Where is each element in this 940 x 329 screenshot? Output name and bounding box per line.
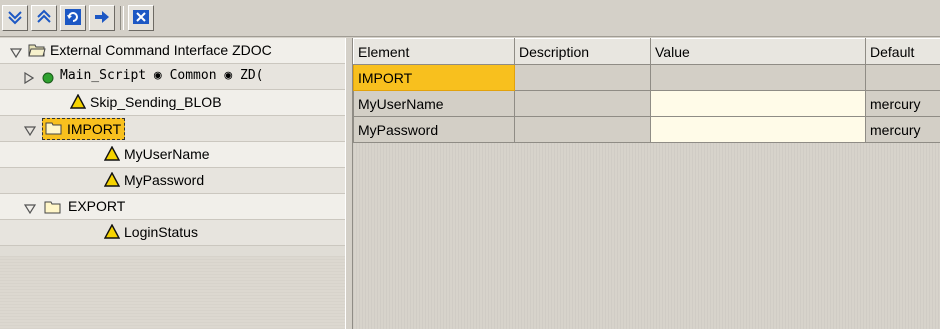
cell-element[interactable]: IMPORT [353, 64, 515, 91]
cell-value[interactable] [650, 90, 866, 117]
table-row[interactable]: IMPORT [353, 64, 940, 91]
folder-icon [44, 200, 62, 217]
cell-value[interactable] [650, 64, 866, 91]
expand-triangle-icon[interactable] [24, 71, 36, 85]
refresh-button[interactable] [60, 5, 86, 31]
open-folder-icon [28, 42, 46, 61]
skip-sending-blob-label: Skip_Sending_BLOB [90, 94, 222, 110]
close-button[interactable] [128, 5, 154, 31]
arrow-right-icon [93, 8, 111, 29]
zd-label: ZD( [240, 68, 264, 83]
tree-root-label: External Command Interface ZDOC [50, 42, 272, 58]
grid-header-row: Element Description Value Default [353, 38, 940, 65]
parameter-grid: Element Description Value Default IMPORT… [353, 38, 940, 329]
cell-description[interactable] [514, 116, 651, 143]
mypassword-label: MyPassword [124, 172, 205, 188]
import-label: IMPORT [67, 121, 122, 137]
tree-empty-area [0, 256, 345, 329]
tree-item-import[interactable]: IMPORT [0, 116, 345, 142]
main-script-name: Main_Script [60, 68, 147, 83]
warning-triangle-icon [103, 145, 121, 164]
tree-item-main-script[interactable]: Main_Script ◉ Common ◉ ZD( [0, 64, 345, 90]
cell-default[interactable]: mercury [865, 90, 940, 117]
tree-item-loginstatus[interactable]: LoginStatus [0, 220, 345, 246]
tree-item-skip-sending-blob[interactable]: Skip_Sending_BLOB [0, 90, 345, 116]
cell-default[interactable]: mercury [865, 116, 940, 143]
expand-down-button[interactable] [2, 5, 28, 31]
radio-icon: ◉ [224, 68, 233, 83]
toolbar-separator [120, 6, 124, 30]
tree-item-myusername[interactable]: MyUserName [0, 142, 345, 168]
collapse-triangle-icon[interactable] [23, 123, 37, 137]
collapse-triangle-icon[interactable] [9, 45, 23, 59]
column-header-value[interactable]: Value [650, 38, 866, 65]
radio-icon: ◉ [153, 68, 162, 83]
common-label: Common [169, 68, 217, 83]
refresh-icon [64, 8, 82, 29]
warning-triangle-icon [69, 93, 87, 112]
warning-triangle-icon [103, 171, 121, 190]
cell-default[interactable] [865, 64, 940, 91]
expand-down-icon [6, 8, 24, 29]
close-x-icon [132, 8, 150, 29]
splitter-handle[interactable] [345, 38, 353, 329]
loginstatus-label: LoginStatus [124, 224, 198, 240]
toolbar [0, 0, 940, 37]
tree-item-mypassword[interactable]: MyPassword [0, 168, 345, 194]
forward-button[interactable] [89, 5, 115, 31]
column-header-element[interactable]: Element [353, 38, 515, 65]
green-status-icon [42, 71, 54, 87]
cell-value[interactable] [650, 116, 866, 143]
import-selected[interactable]: IMPORT [42, 118, 126, 140]
collapse-up-icon [35, 8, 53, 29]
folder-icon [45, 121, 63, 138]
collapse-up-button[interactable] [31, 5, 57, 31]
cell-description[interactable] [514, 90, 651, 117]
tree-root[interactable]: External Command Interface ZDOC [0, 38, 345, 64]
table-row[interactable]: MyPassword mercury [353, 116, 940, 143]
column-header-description[interactable]: Description [514, 38, 651, 65]
warning-triangle-icon [103, 223, 121, 242]
column-header-default[interactable]: Default [865, 38, 940, 65]
tree-panel: External Command Interface ZDOC Main_Scr… [0, 38, 345, 329]
cell-element[interactable]: MyUserName [353, 90, 515, 117]
collapse-triangle-icon[interactable] [23, 201, 37, 215]
export-label: EXPORT [68, 198, 126, 214]
main-script-label: Main_Script ◉ Common ◉ ZD( [60, 68, 264, 83]
tree-item-export[interactable]: EXPORT [0, 194, 345, 220]
cell-element[interactable]: MyPassword [353, 116, 515, 143]
cell-description[interactable] [514, 64, 651, 91]
table-row[interactable]: MyUserName mercury [353, 90, 940, 117]
myusername-label: MyUserName [124, 146, 210, 162]
